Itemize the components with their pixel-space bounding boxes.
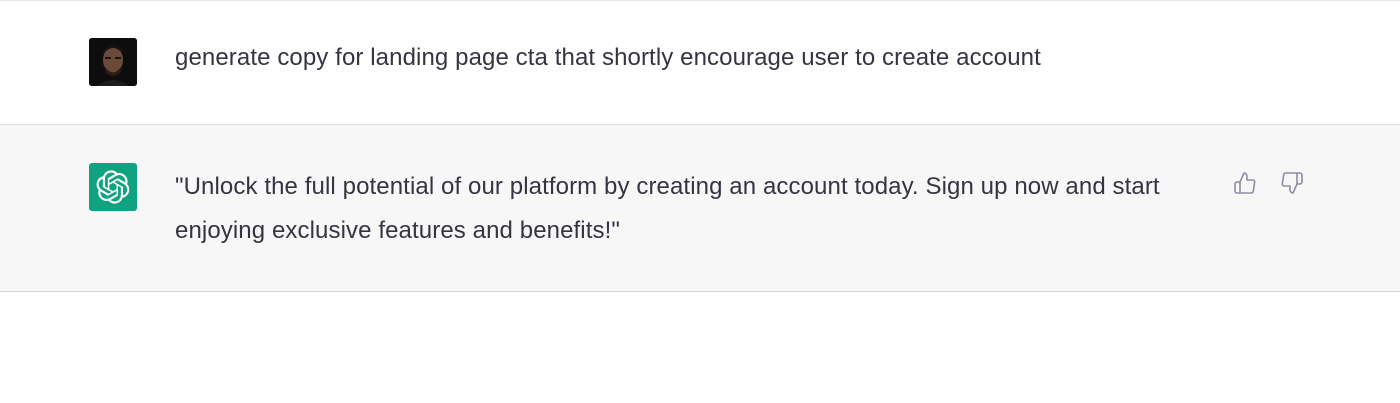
assistant-message-text: "Unlock the full potential of our platfo… xyxy=(175,173,1160,244)
thumbs-up-button[interactable] xyxy=(1232,169,1258,197)
assistant-message: "Unlock the full potential of our platfo… xyxy=(0,125,1400,292)
thumbs-down-button[interactable] xyxy=(1279,169,1305,197)
feedback-buttons xyxy=(1232,169,1305,197)
thumbs-up-icon xyxy=(1233,170,1257,196)
user-message: generate copy for landing page cta that … xyxy=(0,1,1400,125)
thumbs-down-icon xyxy=(1280,170,1304,196)
user-message-text: generate copy for landing page cta that … xyxy=(175,44,1041,71)
openai-logo-icon xyxy=(89,163,137,211)
user-avatar xyxy=(89,38,137,86)
chat-thread: generate copy for landing page cta that … xyxy=(0,0,1400,403)
